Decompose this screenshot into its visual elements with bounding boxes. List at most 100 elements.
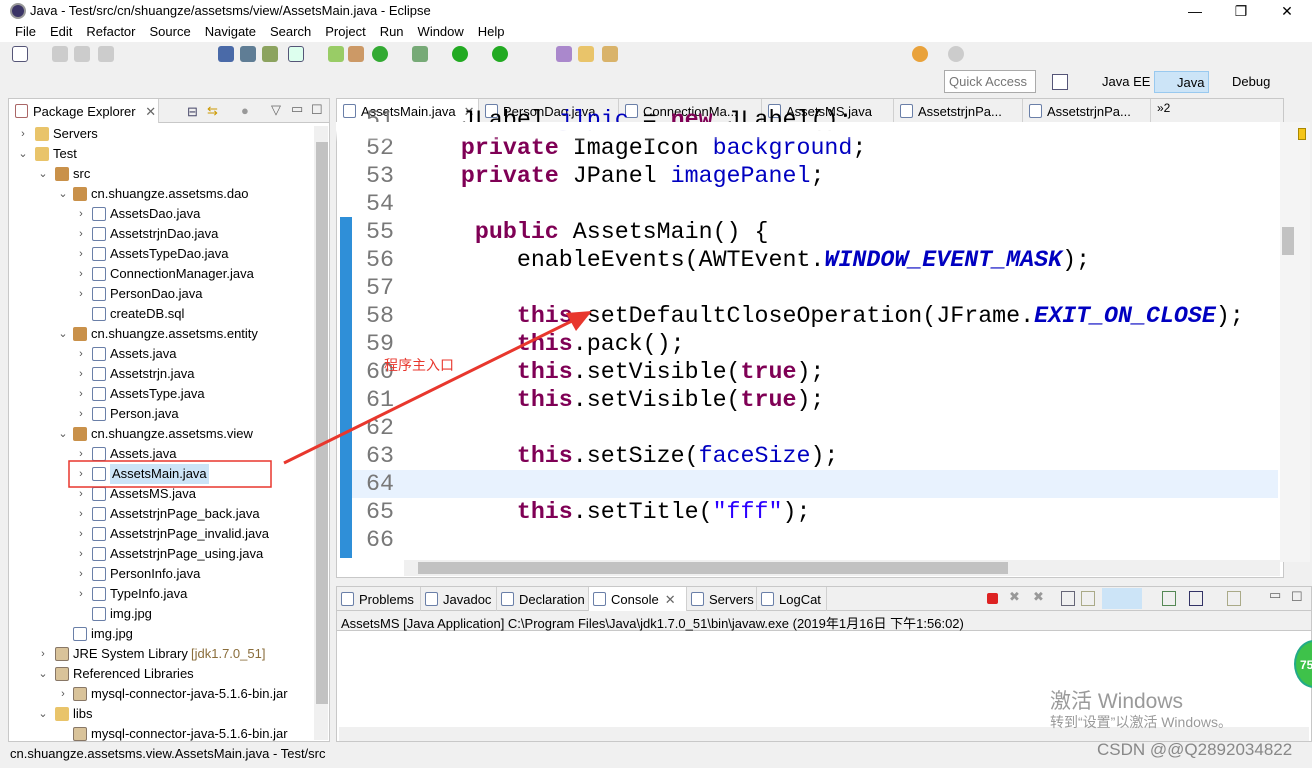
tree-item[interactable]: › AssetstrjnPage_back.java	[9, 504, 309, 524]
open-console-icon[interactable]	[1227, 591, 1241, 606]
tree-item[interactable]: › Assets.java	[9, 344, 309, 364]
tree-scrollbar-thumb[interactable]	[316, 142, 328, 704]
chevron-right-icon[interactable]: ›	[75, 504, 87, 524]
menu-source[interactable]: Source	[143, 22, 198, 42]
tree-item[interactable]: › PersonInfo.java	[9, 564, 309, 584]
tree-item[interactable]: mysql-connector-java-5.1.6-bin.jar	[9, 724, 309, 744]
search-tool-icon[interactable]	[602, 46, 618, 62]
remove-all-icon[interactable]: ✖	[1033, 589, 1044, 605]
close-button[interactable]: ✕	[1264, 0, 1310, 22]
tree-item[interactable]: › Servers	[9, 124, 309, 144]
quick-access-input[interactable]	[944, 70, 1036, 93]
chevron-down-icon[interactable]: ⌄	[57, 184, 69, 204]
tree-item[interactable]: › PersonDao.java	[9, 284, 309, 304]
code-line[interactable]: 65 this.setTitle("fff");	[352, 498, 1278, 526]
tree-item[interactable]: ⌄ Referenced Libraries	[9, 664, 309, 684]
chevron-down-icon[interactable]: ⌄	[57, 324, 69, 344]
tree-item[interactable]: › Person.java	[9, 404, 309, 424]
view-menu-icon[interactable]: ▽	[271, 102, 281, 118]
chevron-right-icon[interactable]: ›	[75, 444, 87, 464]
new-class-icon[interactable]	[372, 46, 388, 62]
android-device-icon[interactable]	[262, 46, 278, 62]
chevron-down-icon[interactable]: ⌄	[37, 664, 49, 684]
tree-item[interactable]: ⌄ Test	[9, 144, 309, 164]
open-perspective-icon[interactable]	[1052, 74, 1068, 90]
menu-run[interactable]: Run	[373, 22, 411, 42]
minimize-button[interactable]: —	[1172, 0, 1218, 22]
external-tools-icon[interactable]	[492, 46, 508, 62]
tree-item[interactable]: › AssetsDao.java	[9, 204, 309, 224]
tab-javadoc[interactable]: Javadoc	[421, 587, 497, 611]
clear-console-icon[interactable]	[1061, 591, 1075, 606]
tree-item[interactable]: ⌄ cn.shuangze.assetsms.dao	[9, 184, 309, 204]
save-all-icon[interactable]	[74, 46, 90, 62]
close-icon[interactable]: ✕	[665, 592, 676, 607]
perspective-java[interactable]: Java	[1154, 71, 1210, 93]
tree-item[interactable]: › ConnectionManager.java	[9, 264, 309, 284]
tree-item[interactable]: › AssetstrjnPage_invalid.java	[9, 524, 309, 544]
print-icon[interactable]	[98, 46, 114, 62]
chevron-right-icon[interactable]: ›	[75, 364, 87, 384]
new-icon[interactable]	[12, 46, 28, 62]
chevron-right-icon[interactable]: ›	[75, 284, 87, 304]
tree-item[interactable]: › AssetstrjnPage_using.java	[9, 544, 309, 564]
menu-navigate[interactable]: Navigate	[198, 22, 263, 42]
remove-launch-icon[interactable]: ✖	[1009, 589, 1020, 605]
tree-item[interactable]: › Assets.java	[9, 444, 309, 464]
maximize-view-icon[interactable]: ☐	[311, 102, 323, 118]
minimize-view-icon[interactable]: ▭	[291, 101, 303, 117]
show-console-toggle[interactable]	[1102, 588, 1142, 609]
menu-edit[interactable]: Edit	[43, 22, 79, 42]
tree-item[interactable]: › AssetsMS.java	[9, 484, 309, 504]
code-line[interactable]: 66	[352, 526, 1278, 554]
pin-console-icon[interactable]	[1162, 591, 1176, 606]
chevron-right-icon[interactable]: ›	[37, 644, 49, 664]
collapse-all-icon[interactable]: ⊟	[187, 104, 198, 120]
open-task-icon[interactable]	[578, 46, 594, 62]
perspective-java-ee[interactable]: Java EE	[1080, 71, 1154, 93]
menu-window[interactable]: Window	[411, 22, 471, 42]
chevron-right-icon[interactable]: ›	[75, 544, 87, 564]
tree-item[interactable]: ⌄ src	[9, 164, 309, 184]
chevron-right-icon[interactable]: ›	[75, 484, 87, 504]
tree-item[interactable]: img.jpg	[9, 624, 309, 644]
android-sdk-icon[interactable]	[218, 46, 234, 62]
chevron-right-icon[interactable]: ›	[75, 224, 87, 244]
tree-item[interactable]: › mysql-connector-java-5.1.6-bin.jar	[9, 684, 309, 704]
code-line[interactable]: 63 this.setSize(faceSize);	[352, 442, 1278, 470]
grid-icon[interactable]	[348, 46, 364, 62]
chevron-down-icon[interactable]: ⌄	[57, 424, 69, 444]
code-line[interactable]: 62	[352, 414, 1278, 442]
tree-item[interactable]: › Assetstrjn.java	[9, 364, 309, 384]
code-line[interactable]: 60 this.setVisible(true);	[352, 358, 1278, 386]
code-line[interactable]: 56 enableEvents(AWTEvent.WINDOW_EVENT_MA…	[352, 246, 1278, 274]
chevron-down-icon[interactable]: ⌄	[37, 164, 49, 184]
tree-item[interactable]: › AssetsTypeDao.java	[9, 244, 309, 264]
menu-search[interactable]: Search	[263, 22, 318, 42]
tree-item[interactable]: img.jpg	[9, 604, 309, 624]
scroll-lock-icon[interactable]	[1081, 591, 1095, 606]
chevron-down-icon[interactable]: ⌄	[37, 704, 49, 724]
tree-item[interactable]: ⌄ libs	[9, 704, 309, 724]
maximize-view-icon[interactable]: ☐	[1291, 589, 1303, 605]
new-android-icon[interactable]	[328, 46, 344, 62]
display-console-icon[interactable]	[1189, 591, 1203, 606]
task-icon[interactable]	[288, 46, 304, 62]
menu-refactor[interactable]: Refactor	[79, 22, 142, 42]
tab-declaration[interactable]: Declaration	[497, 587, 589, 611]
chevron-right-icon[interactable]: ›	[75, 204, 87, 224]
link-editor-icon[interactable]: ⇆	[207, 103, 218, 119]
tree-item[interactable]: ⌄ cn.shuangze.assetsms.entity	[9, 324, 309, 344]
terminate-icon[interactable]	[987, 593, 998, 604]
editor-horizontal-scrollbar[interactable]	[404, 560, 1280, 576]
chevron-right-icon[interactable]: ›	[75, 264, 87, 284]
code-line[interactable]: 54	[352, 190, 1278, 218]
menu-file[interactable]: File	[8, 22, 43, 42]
save-icon[interactable]	[52, 46, 68, 62]
open-type-icon[interactable]	[556, 46, 572, 62]
close-icon[interactable]: ✕	[145, 104, 156, 119]
chevron-right-icon[interactable]: ›	[17, 124, 29, 144]
back-icon[interactable]	[912, 46, 928, 62]
chevron-right-icon[interactable]: ›	[57, 684, 69, 704]
perspective-debug[interactable]: Debug	[1210, 71, 1274, 93]
